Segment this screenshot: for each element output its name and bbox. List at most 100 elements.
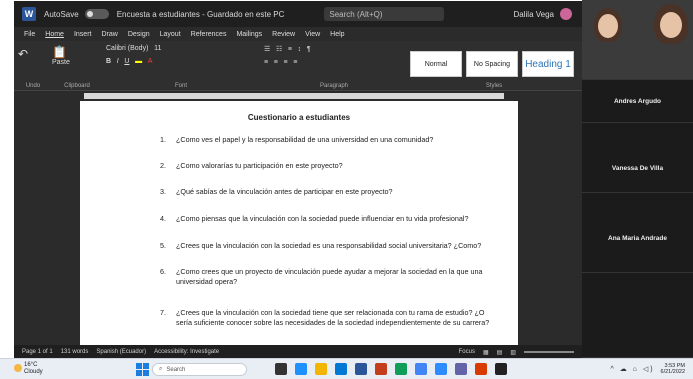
align-right-icon[interactable]: ≡	[284, 59, 288, 66]
document-page[interactable]: Cuestionario a estudiantes 1. ¿Como ves …	[80, 101, 518, 345]
word-logo-icon: W	[22, 7, 36, 21]
multilevel-icon[interactable]: ≡	[288, 46, 292, 53]
print-layout-icon[interactable]: ▤	[497, 349, 503, 356]
vertical-ruler	[14, 101, 24, 345]
tray-icons[interactable]: ^ ☁ ⌂ ◁)	[610, 365, 654, 373]
italic-icon[interactable]: I	[117, 58, 119, 65]
zoom-slider[interactable]	[524, 351, 574, 353]
tab-layout[interactable]: Layout	[160, 31, 181, 38]
file-explorer-icon[interactable]	[315, 363, 327, 375]
paragraph-group: ☰ ☷ ≡ ↕ ¶ ≡ ≡ ≡ ≡ Paragraph	[264, 43, 404, 89]
autosave-label: AutoSave	[44, 9, 79, 19]
app-icon[interactable]	[395, 363, 407, 375]
search-icon: ⌕	[159, 366, 163, 372]
align-center-icon[interactable]: ≡	[274, 59, 278, 66]
search-input[interactable]: Search (Alt+Q)	[324, 7, 445, 21]
windows-taskbar: 16°C Cloudy ⌕ Search ^ ☁ ⌂ ◁) 3:53 PM 6/…	[0, 358, 693, 379]
paragraph-group-label: Paragraph	[319, 83, 349, 89]
powerpoint-icon[interactable]	[475, 363, 487, 375]
taskbar-search[interactable]: ⌕ Search	[152, 363, 247, 376]
styles-group-label: Styles	[485, 83, 503, 89]
question-text: ¿Qué sabías de la vinculación antes de p…	[176, 187, 393, 196]
windows-start-icon[interactable]	[136, 363, 149, 376]
numbering-icon[interactable]: ☷	[276, 45, 282, 53]
undo-icon[interactable]: ↶	[18, 47, 28, 61]
show-marks-icon[interactable]: ¶	[307, 46, 311, 53]
tab-review[interactable]: Review	[272, 31, 295, 38]
clock[interactable]: 3:53 PM 6/21/2022	[661, 363, 685, 375]
tab-insert[interactable]: Insert	[74, 31, 92, 38]
clipboard-group: 📋 Paste Clipboard	[52, 43, 102, 89]
participant-video-self[interactable]	[582, 0, 693, 80]
accessibility-status[interactable]: Accessibility: Investigate	[154, 349, 219, 355]
tab-view[interactable]: View	[305, 31, 320, 38]
edge-icon[interactable]	[335, 363, 347, 375]
styles-group: Normal No Spacing Heading 1 Styles	[408, 43, 580, 89]
weather-icon[interactable]	[14, 364, 22, 372]
app-icon[interactable]	[495, 363, 507, 375]
highlight-icon[interactable]: ▬	[135, 58, 142, 65]
task-view-icon[interactable]	[275, 363, 287, 375]
word-count[interactable]: 131 words	[61, 349, 89, 355]
tab-help[interactable]: Help	[330, 31, 344, 38]
paste-icon[interactable]: 📋	[52, 45, 67, 59]
autosave-toggle[interactable]	[84, 9, 109, 19]
font-size-select[interactable]: 11	[154, 45, 161, 52]
question-text: ¿Crees que la vinculación con la socieda…	[176, 308, 490, 327]
participant-tile[interactable]: Andres Argudo	[582, 80, 693, 123]
word-icon[interactable]	[355, 363, 367, 375]
question-text: ¿Como ves el papel y la responsabilidad …	[176, 135, 434, 144]
taskbar-apps	[275, 363, 515, 375]
teams-icon[interactable]	[295, 363, 307, 375]
zoom-icon[interactable]	[435, 363, 447, 375]
style-no-spacing[interactable]: No Spacing	[466, 51, 518, 77]
horizontal-ruler	[14, 91, 582, 101]
focus-button[interactable]: Focus	[459, 349, 475, 355]
paste-button[interactable]: Paste	[52, 59, 98, 66]
participant-name: Vanessa De Villa	[611, 165, 664, 172]
document-name[interactable]: Encuesta a estudiantes - Guardado en est…	[117, 10, 285, 19]
question-text: ¿Como crees que un proyecto de vinculaci…	[176, 267, 483, 286]
tab-home[interactable]: Home	[45, 31, 64, 38]
tab-file[interactable]: File	[24, 31, 35, 38]
tab-references[interactable]: References	[191, 31, 227, 38]
question-number: 2.	[160, 161, 166, 170]
font-color-icon[interactable]: A	[148, 58, 153, 65]
app-icon[interactable]	[375, 363, 387, 375]
tab-draw[interactable]: Draw	[101, 31, 117, 38]
style-normal[interactable]: Normal	[410, 51, 462, 77]
question-text: ¿Crees que la vinculación con la socieda…	[176, 241, 482, 250]
font-group: Calibri (Body) 11 B I U ▬ A Font	[106, 43, 256, 89]
justify-icon[interactable]: ≡	[293, 59, 297, 66]
system-tray: ^ ☁ ⌂ ◁) 3:53 PM 6/21/2022	[610, 363, 685, 375]
tab-design[interactable]: Design	[128, 31, 150, 38]
question-text: ¿Como piensas que la vinculación con la …	[176, 214, 469, 223]
app-icon[interactable]	[455, 363, 467, 375]
screen: W AutoSave Encuesta a estudiantes - Guar…	[0, 0, 693, 379]
align-left-icon[interactable]: ≡	[264, 59, 268, 66]
participant-tile[interactable]: Ana Maria Andrade	[582, 193, 693, 273]
weather-desc: Cloudy	[24, 369, 43, 375]
style-heading-1[interactable]: Heading 1	[522, 51, 574, 77]
question-number: 4.	[160, 214, 166, 223]
page-count[interactable]: Page 1 of 1	[22, 349, 53, 355]
read-mode-icon[interactable]: ▦	[483, 349, 489, 356]
web-layout-icon[interactable]: ▥	[510, 349, 516, 356]
tab-mailings[interactable]: Mailings	[236, 31, 262, 38]
clock-date: 6/21/2022	[660, 369, 685, 375]
font-name-select[interactable]: Calibri (Body)	[106, 45, 148, 52]
user-account[interactable]: Dalila Vega	[514, 8, 572, 20]
participant-tile[interactable]: Vanessa De Villa	[582, 123, 693, 193]
underline-icon[interactable]: U	[124, 58, 129, 65]
weather-widget[interactable]: 16°C Cloudy	[24, 362, 43, 376]
undo-group-label: Undo	[25, 83, 41, 89]
question-number: 6.	[160, 267, 166, 276]
sort-icon[interactable]: ↕	[298, 46, 302, 53]
ruler-scale	[84, 93, 504, 99]
question-number: 7.	[160, 308, 166, 317]
language[interactable]: Spanish (Ecuador)	[96, 349, 146, 355]
bold-icon[interactable]: B	[106, 58, 111, 65]
bullets-icon[interactable]: ☰	[264, 45, 270, 53]
ribbon: ↶ Undo 📋 Paste Clipboard Calibri (Body) …	[14, 41, 582, 91]
chrome-icon[interactable]	[415, 363, 427, 375]
